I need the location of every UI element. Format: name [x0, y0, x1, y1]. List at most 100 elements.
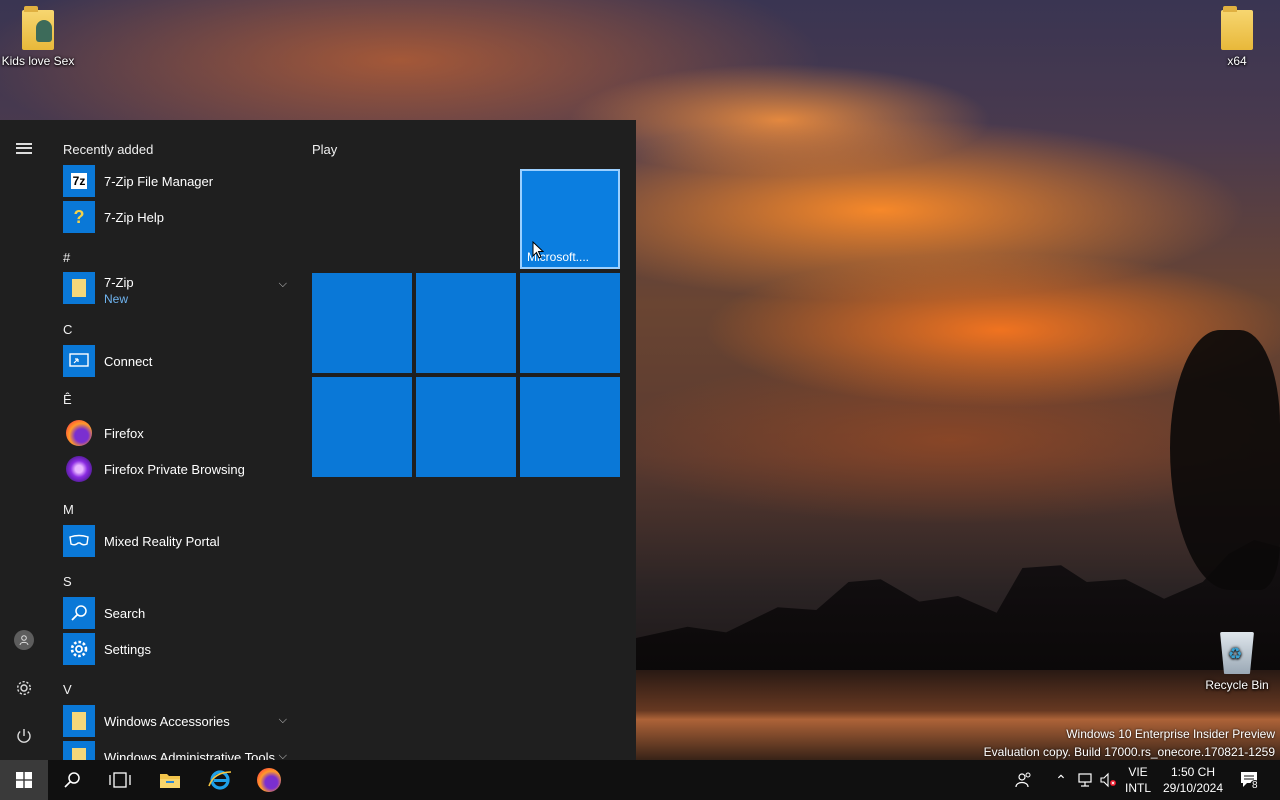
show-hidden-icons-button[interactable]: ⌃ [1050, 760, 1072, 800]
internet-explorer-icon [208, 770, 232, 790]
notification-count-badge: 8 [1250, 780, 1260, 791]
list-item-7zip-help[interactable]: ? 7-Zip Help [63, 199, 293, 235]
clock-time: 1:50 CH [1170, 765, 1216, 779]
chevron-up-icon: ⌃ [1055, 771, 1067, 788]
group-letter-e[interactable]: Ê [63, 392, 72, 407]
list-item-firefox-private-browsing[interactable]: Firefox Private Browsing [63, 451, 293, 487]
desktop-icon-x64[interactable]: x64 [1199, 6, 1275, 68]
power-button[interactable] [0, 716, 48, 756]
group-letter-hash[interactable]: # [63, 250, 70, 265]
list-item-settings[interactable]: Settings [63, 631, 293, 667]
gear-icon [16, 680, 32, 696]
firefox-taskbar-button[interactable] [245, 760, 293, 800]
chevron-down-icon[interactable]: ⌵ [279, 714, 287, 727]
action-center-button[interactable]: 8 [1232, 760, 1268, 800]
search-icon [63, 597, 95, 629]
chevron-down-icon[interactable]: ⌵ [279, 278, 287, 291]
desktop-icon-label: Recycle Bin [1205, 678, 1269, 692]
tiles-group-header[interactable]: Play [312, 142, 337, 157]
tile[interactable] [312, 273, 412, 373]
help-icon: ? [63, 201, 95, 233]
list-item-mixed-reality-portal[interactable]: Mixed Reality Portal [63, 523, 293, 559]
tile[interactable] [520, 273, 620, 373]
tile[interactable] [416, 273, 516, 373]
taskbar-search-button[interactable] [48, 760, 96, 800]
app-label: 7-Zip [104, 275, 134, 290]
app-label: 7-Zip File Manager [104, 174, 214, 189]
input-language-button[interactable]: VIE INTL [1122, 760, 1154, 800]
list-item-7zip-folder[interactable]: 7-Zip New ⌵ [63, 270, 293, 308]
list-item-search[interactable]: Search [63, 595, 293, 631]
folder-user-icon [22, 6, 54, 50]
app-label: Mixed Reality Portal [104, 534, 220, 549]
folder-icon [63, 705, 95, 737]
mixed-reality-icon [63, 525, 95, 557]
app-label: Firefox Private Browsing [104, 462, 245, 477]
expand-menu-button[interactable] [0, 128, 48, 168]
recycle-bin-icon: ♻ [1220, 632, 1254, 674]
start-button[interactable] [0, 760, 48, 800]
hamburger-icon [16, 142, 32, 154]
tile[interactable] [520, 377, 620, 477]
taskbar: ⌃ VIE INTL 1:50 CH 29/10/2024 8 [0, 760, 1280, 800]
people-button[interactable] [1010, 760, 1038, 800]
firefox-private-icon [63, 453, 95, 485]
file-explorer-button[interactable] [146, 760, 194, 800]
app-label: Windows Administrative Tools [104, 750, 275, 760]
firefox-icon [63, 417, 95, 449]
build-watermark: Windows 10 Enterprise Insider Preview Ev… [984, 725, 1275, 761]
user-account-button[interactable] [0, 620, 48, 660]
list-item-connect[interactable]: Connect [63, 343, 293, 379]
task-view-icon [109, 772, 131, 788]
chevron-down-icon[interactable]: ⌵ [279, 750, 287, 760]
7zip-icon: 7z [63, 165, 95, 197]
windows-logo-icon [16, 772, 32, 788]
connect-icon [63, 345, 95, 377]
folder-icon [1221, 6, 1253, 50]
start-rail [0, 120, 48, 760]
app-label: Firefox [104, 426, 144, 441]
people-icon [1015, 772, 1031, 788]
group-letter-s[interactable]: S [63, 574, 72, 589]
group-letter-c[interactable]: C [63, 322, 72, 337]
watermark-line1: Windows 10 Enterprise Insider Preview [1066, 727, 1275, 741]
network-button[interactable] [1074, 760, 1096, 800]
mouse-cursor-icon [532, 241, 544, 259]
recently-added-header: Recently added [63, 142, 154, 157]
gear-icon [63, 633, 95, 665]
tile-microsoft[interactable]: Microsoft.... [520, 169, 620, 269]
clock-date: 29/10/2024 [1162, 781, 1224, 795]
power-icon [17, 729, 31, 743]
internet-explorer-button[interactable] [196, 760, 244, 800]
list-item-windows-accessories[interactable]: Windows Accessories ⌵ [63, 703, 293, 739]
folder-icon [63, 741, 95, 760]
file-explorer-icon [160, 774, 180, 788]
clock-button[interactable]: 1:50 CH 29/10/2024 [1158, 760, 1228, 800]
group-letter-m[interactable]: M [63, 502, 74, 517]
tiles-area: Play Microsoft.... [298, 120, 636, 760]
desktop-icon-recycle-bin[interactable]: ♻ Recycle Bin [1199, 632, 1275, 692]
list-item-firefox[interactable]: Firefox [63, 415, 293, 451]
list-item-windows-administrative-tools[interactable]: Windows Administrative Tools ⌵ [63, 739, 293, 760]
search-icon [64, 772, 80, 788]
user-icon [14, 630, 34, 650]
firefox-icon [257, 768, 281, 792]
task-view-button[interactable] [96, 760, 144, 800]
app-label: Windows Accessories [104, 714, 230, 729]
group-letter-v[interactable]: V [63, 682, 72, 697]
folder-icon [63, 272, 95, 304]
volume-muted-icon [1100, 772, 1116, 788]
desktop-icon-kids-love-sex[interactable]: Kids love Sex [0, 6, 76, 68]
volume-button[interactable] [1097, 760, 1119, 800]
list-item-7zip-file-manager[interactable]: 7z 7-Zip File Manager [63, 163, 293, 199]
app-label: Connect [104, 354, 153, 369]
app-label: Search [104, 606, 146, 621]
keyboard-layout: INTL [1124, 781, 1151, 795]
settings-button[interactable] [0, 668, 48, 708]
app-list: Recently added 7z 7-Zip File Manager ? 7… [48, 120, 298, 760]
app-label: Settings [104, 642, 151, 657]
tile[interactable] [416, 377, 516, 477]
watermark-line2: Evaluation copy. Build 17000.rs_onecore.… [983, 745, 1275, 759]
desktop-icon-label: x64 [1227, 54, 1247, 68]
tile[interactable] [312, 377, 412, 477]
